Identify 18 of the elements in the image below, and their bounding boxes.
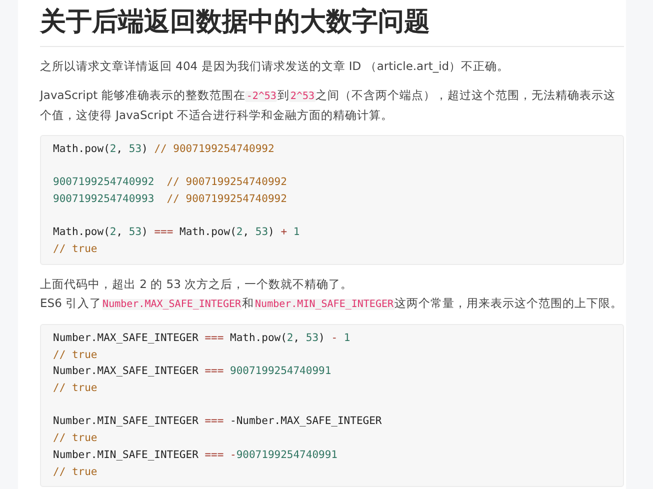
paragraph-text: 上面代码中，超出 2 的 53 次方之后，一个数就不精确了。: [40, 276, 354, 293]
paragraph-text: 之所以请求文章详情返回 404 是因为我们请求发送的文章 ID （article.art_id）不正确。: [40, 58, 510, 75]
code-line: Number.MAX_SAFE_INTEGER === 9007199254740991: [53, 364, 332, 380]
code-line: 9007199254740992 // 9007199254740992: [53, 175, 287, 190]
code-line: // true: [53, 381, 98, 396]
code-line: // true: [53, 431, 98, 446]
paragraph-text: ES6 引入了 Number.MAX_SAFE_INTEGER和 Number.MIN_SAFE_INTEGER这两个常量，用来表示这个范围的上下限。: [40, 294, 624, 312]
paragraph-text: JavaScript 能够准确表示的整数范围在-2^53到 2^53之间（不含两个端点），超过这个范围，无法精确表示这个值，这使得 JavaScript 不适合进行科学和金融方面的精确计算。: [40, 87, 617, 124]
code-line: Number.MIN_SAFE_INTEGER === -Number.MAX_SAFE_INTEGER: [53, 414, 382, 430]
code-line: // true: [53, 348, 98, 363]
code-line: Number.MAX_SAFE_INTEGER === Math.pow(2, 53) - 1: [53, 330, 350, 346]
code-line: Math.pow(2, 53) === Math.pow(2, 53) + 1: [53, 225, 300, 240]
code-line: Math.pow(2, 53) // 9007199254740992: [53, 142, 274, 157]
code-line: 9007199254740993 // 9007199254740992: [53, 192, 287, 208]
code-line: Number.MIN_SAFE_INTEGER === -9007199254740991: [53, 448, 338, 463]
code-line: // true: [53, 464, 98, 480]
article-title: 关于后端返回数据中的大数字问题: [40, 6, 430, 39]
code-line: // true: [53, 242, 98, 258]
